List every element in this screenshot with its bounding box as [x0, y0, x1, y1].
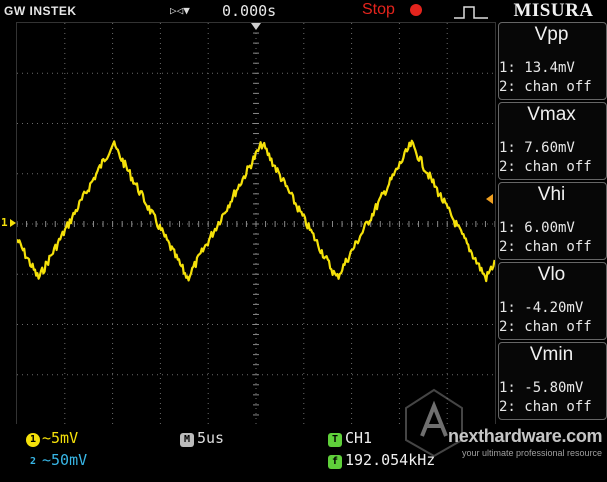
stop-indicator-icon: [410, 4, 422, 16]
measurement-name: Vhi: [537, 184, 566, 205]
run-state-label[interactable]: Stop: [362, 1, 395, 19]
measurement-name: Vmin: [529, 344, 574, 365]
measurement-ch1-value: 1: 7.60mV: [499, 140, 575, 156]
measurement-ch1-value: 1: 13.4mV: [499, 60, 575, 76]
graticule: [17, 23, 495, 425]
measurement-name: Vmax: [527, 104, 576, 125]
measurement-vpp[interactable]: Vpp 1: 13.4mV 2: chan off: [496, 22, 607, 100]
ch1-waveform-trace: [17, 139, 495, 283]
timebase-badge-icon: M: [180, 433, 194, 447]
timebase-readout[interactable]: M 5us: [180, 429, 224, 447]
watermark: nexthardware.com your ultimate professio…: [404, 388, 607, 482]
measurement-vmin[interactable]: Vmin 1: -5.80mV 2: chan off: [496, 342, 607, 420]
ch2-scale-value: ~50mV: [42, 451, 88, 469]
ch2-scale-readout[interactable]: 2 ~50mV: [26, 451, 87, 469]
measurement-vlo[interactable]: Vlo 1: -4.20mV 2: chan off: [496, 262, 607, 340]
side-menu-title: MISURA: [513, 0, 594, 21]
rising-edge-trigger-icon: [454, 6, 488, 19]
measurement-ch1-value: 1: -5.80mV: [499, 380, 584, 396]
trigger-level-arrow-icon[interactable]: [486, 194, 493, 204]
brand-logo: GW INSTEK: [4, 4, 77, 18]
ch1-marker-arrow-icon: [10, 219, 16, 227]
frequency-badge-icon: f: [328, 455, 342, 469]
measurement-ch2-value: 2: chan off: [499, 159, 592, 175]
watermark-site: nexthardware.com: [448, 426, 603, 446]
top-status-bar: GW INSTEK ▷◁▼ 0.000s Stop MISURA: [0, 0, 607, 22]
measurement-ch1-value: 1: 6.00mV: [499, 220, 575, 236]
measurement-ch1-value: 1: -4.20mV: [499, 300, 584, 316]
measurement-name: Vpp: [534, 24, 569, 45]
measurement-ch2-value: 2: chan off: [499, 399, 592, 415]
trigger-source-readout[interactable]: T CH1: [328, 429, 372, 447]
trigger-badge-icon: T: [328, 433, 342, 447]
trigger-source-value: CH1: [345, 429, 373, 447]
watermark-tagline: your ultimate professional resource: [462, 448, 603, 458]
measurement-ch2-value: 2: chan off: [499, 239, 592, 255]
measurement-vhi[interactable]: Vhi 1: 6.00mV 2: chan off: [496, 182, 607, 260]
trigger-position-arrow-icon: [251, 23, 261, 30]
ch1-badge-icon: 1: [26, 433, 40, 447]
measurement-panel: Vpp 1: 13.4mV 2: chan off Vmax 1: 7.60mV…: [496, 22, 607, 424]
measurement-name: Vlo: [537, 264, 566, 285]
measurement-ch2-value: 2: chan off: [499, 79, 592, 95]
ch1-ground-marker[interactable]: 1: [1, 216, 8, 229]
trigger-time-offset: 0.000s: [222, 2, 277, 20]
measurement-vmax[interactable]: Vmax 1: 7.60mV 2: chan off: [496, 102, 607, 180]
measurement-ch2-value: 2: chan off: [499, 319, 592, 335]
trigger-position-icon: ▷◁▼: [170, 4, 190, 17]
ch2-badge-icon: 2: [26, 455, 40, 469]
watermark-logo-icon: [405, 388, 463, 458]
waveform-display[interactable]: [16, 22, 496, 426]
ch1-scale-value: ~5mV: [42, 429, 79, 447]
timebase-value: 5us: [197, 429, 225, 447]
ch1-scale-readout[interactable]: 1 ~5mV: [26, 429, 78, 447]
